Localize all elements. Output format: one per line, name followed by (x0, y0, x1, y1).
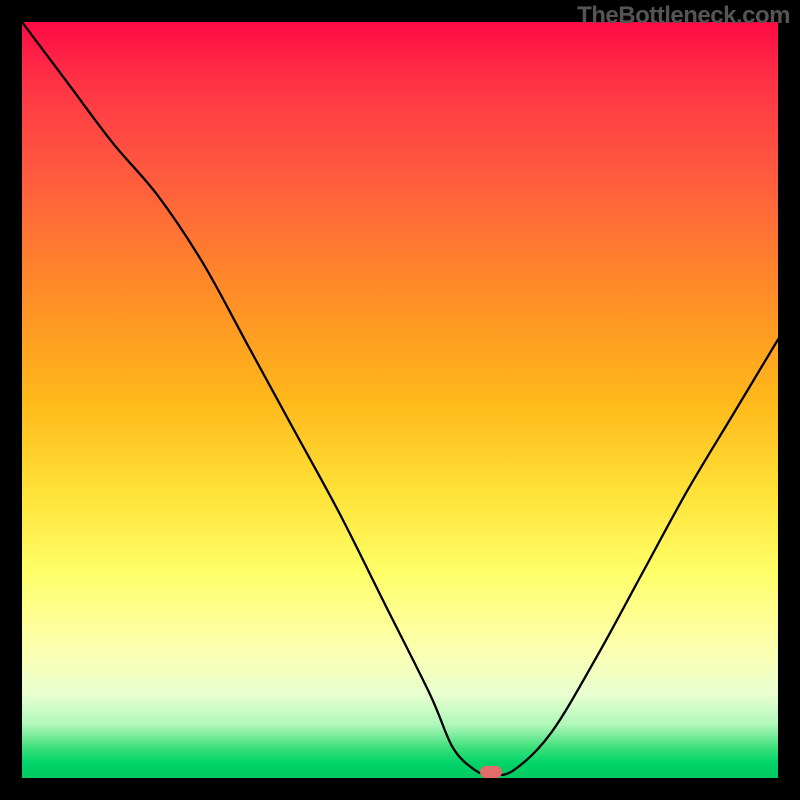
sweet-spot-marker (480, 766, 502, 778)
bottleneck-curve (22, 22, 778, 778)
chart-frame: TheBottleneck.com (0, 0, 800, 800)
watermark-text: TheBottleneck.com (577, 2, 790, 30)
plot-area (22, 22, 778, 778)
